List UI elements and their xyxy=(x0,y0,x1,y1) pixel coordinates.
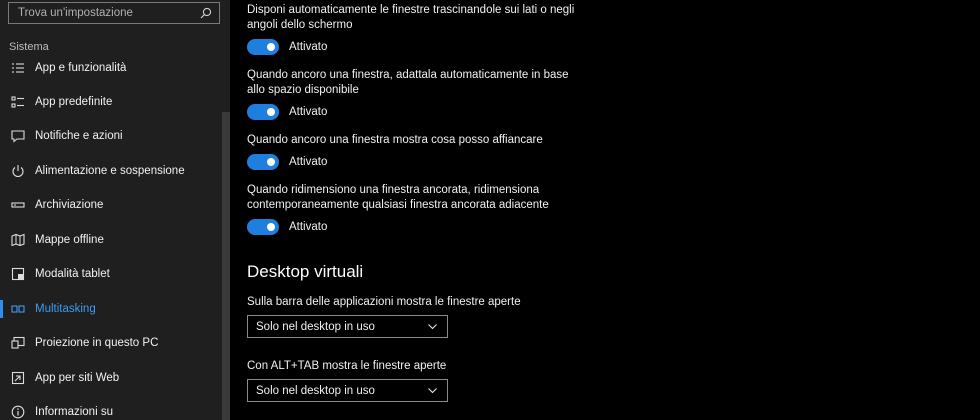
search-box[interactable] xyxy=(8,2,220,24)
sidebar-item-multitasking[interactable]: Multitasking xyxy=(0,294,222,324)
taskbar-windows-dropdown[interactable]: Solo nel desktop in uso xyxy=(247,315,448,338)
sidebar-item-informazioni-su[interactable]: Informazioni su xyxy=(0,397,222,420)
virtual-desktops-heading: Desktop virtuali xyxy=(247,262,364,281)
sidebar: Sistema App e funzionalità App predefini… xyxy=(0,0,230,420)
sidebar-item-app-per-siti-web[interactable]: App per siti Web xyxy=(0,363,222,393)
search-icon[interactable] xyxy=(199,6,213,20)
sidebar-item-label: Mappe offline xyxy=(35,234,104,246)
sidebar-item-label: Informazioni su xyxy=(35,406,113,418)
chevron-down-icon xyxy=(427,385,439,397)
info-icon xyxy=(10,404,26,420)
sidebar-item-alimentazione-e-sospensione[interactable]: Alimentazione e sospensione xyxy=(0,156,222,186)
toggle-knob xyxy=(267,43,275,51)
setting-snap-arrange-text: Disponi automaticamente le finestre tras… xyxy=(247,4,575,31)
sidebar-item-proiezione-in-questo-pc[interactable]: Proiezione in questo PC xyxy=(0,328,222,358)
search-input[interactable] xyxy=(18,7,199,19)
section-title: Sistema xyxy=(9,41,49,53)
setting-snap-resize-row: Attivato xyxy=(247,104,327,120)
message-icon xyxy=(10,128,26,144)
sidebar-item-label: App e funzionalità xyxy=(35,62,127,74)
setting-snap-arrange-row: Attivato xyxy=(247,39,327,55)
sidebar-scrollbar[interactable] xyxy=(222,112,230,420)
chevron-down-icon xyxy=(427,321,439,333)
sidebar-item-label: Proiezione in questo PC xyxy=(35,337,159,349)
snap-resize-toggle[interactable] xyxy=(247,104,279,120)
sidebar-item-label: Multitasking xyxy=(35,303,96,315)
map-icon xyxy=(10,232,26,248)
storage-icon xyxy=(10,197,26,213)
web-app-icon xyxy=(10,370,26,386)
sidebar-item-app-e-funzionalita[interactable]: App e funzionalità xyxy=(0,53,222,83)
sidebar-item-label: App predefinite xyxy=(35,96,113,108)
sidebar-item-archiviazione[interactable]: Archiviazione xyxy=(0,190,222,220)
toggle-state-label: Attivato xyxy=(289,156,328,168)
setting-snap-adjacent-text: Quando ridimensiono una finestra ancorat… xyxy=(247,184,549,211)
dropdown-value: Solo nel desktop in uso xyxy=(256,384,375,397)
sidebar-item-mappe-offline[interactable]: Mappe offline xyxy=(0,225,222,255)
setting-snap-resize-text: Quando ancoro una finestra, adattala aut… xyxy=(247,69,569,96)
sidebar-item-modalita-tablet[interactable]: Modalità tablet xyxy=(0,259,222,289)
main-content: Disponi automaticamente le finestre tras… xyxy=(247,0,967,420)
toggle-knob xyxy=(267,223,275,231)
dropdown-value: Solo nel desktop in uso xyxy=(256,320,375,333)
setting-snap-adjacent-row: Attivato xyxy=(247,219,327,235)
list-icon xyxy=(10,60,26,76)
sidebar-item-label: Archiviazione xyxy=(35,199,104,211)
snap-adjacent-toggle[interactable] xyxy=(247,219,279,235)
tablet-icon xyxy=(10,266,26,282)
app-list-icon xyxy=(10,94,26,110)
snap-arrange-toggle[interactable] xyxy=(247,39,279,55)
toggle-state-label: Attivato xyxy=(289,221,328,233)
multitasking-icon xyxy=(10,301,26,317)
snap-assist-toggle[interactable] xyxy=(247,154,279,170)
toggle-knob xyxy=(267,158,275,166)
toggle-state-label: Attivato xyxy=(289,41,328,53)
power-icon xyxy=(10,163,26,179)
sidebar-item-label: Modalità tablet xyxy=(35,268,110,280)
taskbar-windows-label: Sulla barra delle applicazioni mostra le… xyxy=(247,296,521,308)
projection-icon xyxy=(10,335,26,351)
toggle-state-label: Attivato xyxy=(289,106,328,118)
setting-snap-assist-text: Quando ancoro una finestra mostra cosa p… xyxy=(247,134,543,146)
sidebar-item-label: App per siti Web xyxy=(35,372,120,384)
sidebar-item-notifiche-e-azioni[interactable]: Notifiche e azioni xyxy=(0,121,222,151)
alttab-windows-dropdown[interactable]: Solo nel desktop in uso xyxy=(247,379,448,402)
sidebar-item-label: Notifiche e azioni xyxy=(35,130,123,142)
toggle-knob xyxy=(267,108,275,116)
sidebar-item-label: Alimentazione e sospensione xyxy=(35,165,185,177)
setting-snap-assist-row: Attivato xyxy=(247,154,327,170)
alttab-windows-label: Con ALT+TAB mostra le finestre aperte xyxy=(247,360,447,372)
sidebar-item-app-predefinite[interactable]: App predefinite xyxy=(0,87,222,117)
